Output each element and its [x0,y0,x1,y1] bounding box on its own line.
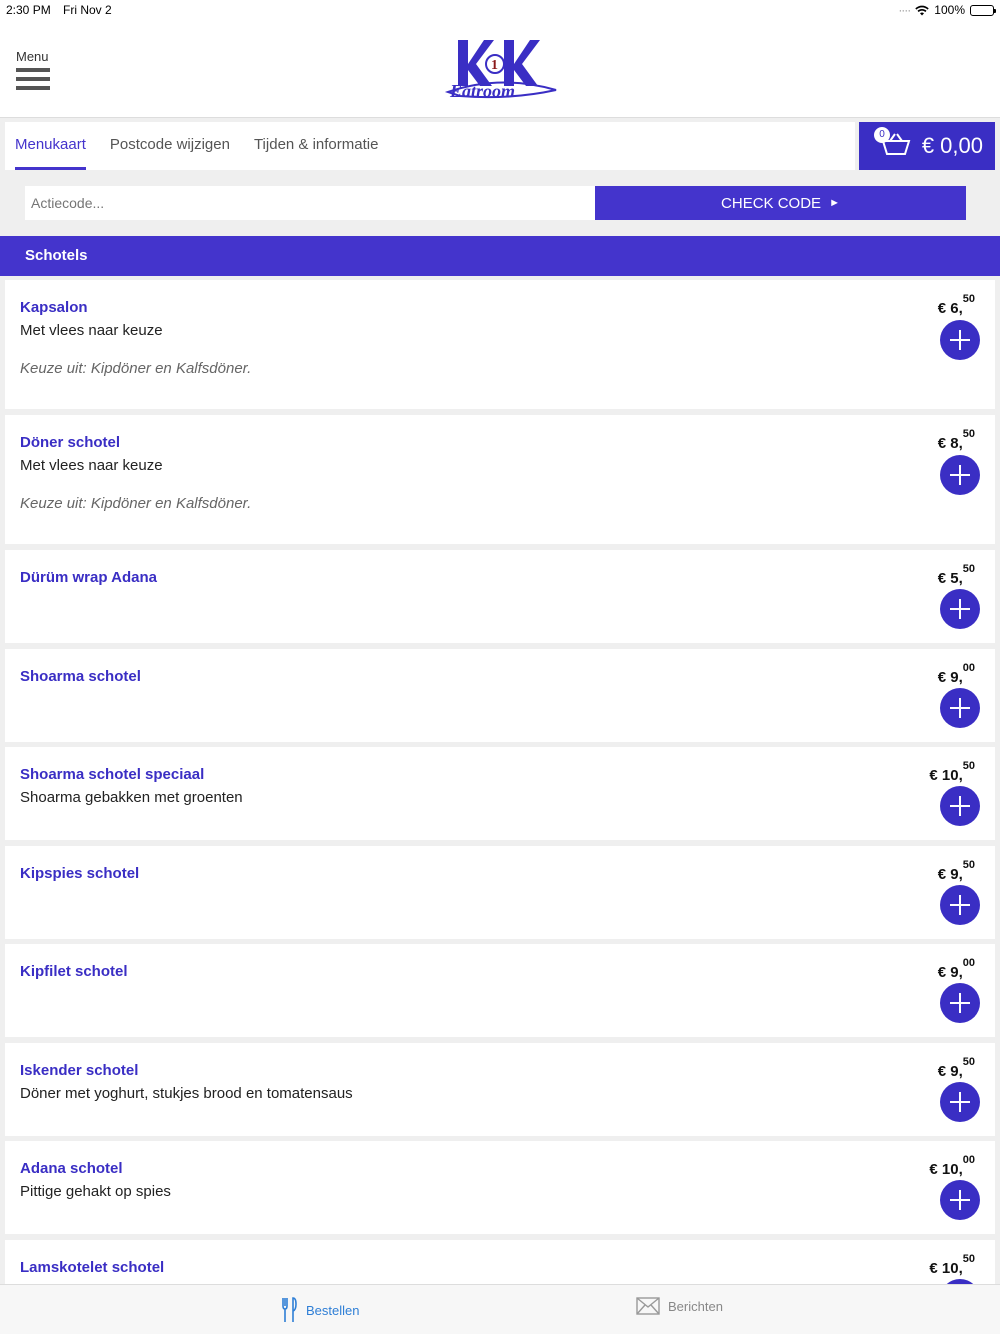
category-header: Schotels [0,236,1000,276]
app-header: Menu 1 Eatroom [0,22,1000,118]
logo-graphic: 1 Eatroom [444,40,557,101]
arrow-right-icon: ► [829,197,840,209]
menu-item[interactable]: Lamskotelet schotel € 10,50 [5,1240,995,1284]
item-price: € 9,00 [937,957,975,981]
battery-percent: 100% [934,3,965,17]
item-price: € 6,50 [937,293,975,317]
status-date: Fri Nov 2 [63,3,112,17]
item-name: Kapsalon [20,299,88,316]
add-to-cart-button[interactable] [940,1082,980,1122]
nav-berichten[interactable]: Berichten [636,1297,723,1315]
item-name: Adana schotel [20,1160,123,1177]
battery-icon [970,4,996,16]
wifi-icon [915,5,929,15]
item-price: € 9,50 [937,859,975,883]
add-to-cart-button[interactable] [940,885,980,925]
status-right: ···· 100% [898,3,996,17]
item-description: Pittige gehakt op spies [20,1183,171,1200]
item-price: € 9,00 [937,662,975,686]
add-to-cart-button[interactable] [940,320,980,360]
nav-bestellen-label: Bestellen [306,1302,360,1318]
add-to-cart-button[interactable] [940,786,980,826]
menu-label: Menu [16,49,49,64]
action-code-input[interactable] [25,186,595,220]
check-code-label: CHECK CODE [721,194,822,212]
bottom-nav: Bestellen Berichten [0,1284,1000,1334]
tab-menukaart[interactable]: Menukaart [5,122,96,170]
svg-text:Eatroom: Eatroom [449,81,515,101]
menu-button[interactable]: Menu [16,49,52,95]
menu-item[interactable]: Adana schotel Pittige gehakt op spies € … [5,1141,995,1234]
hamburger-icon-bar [16,77,50,81]
add-to-cart-button[interactable] [940,1180,980,1220]
hamburger-icon-bar [16,86,50,90]
add-to-cart-button[interactable] [940,589,980,629]
fork-knife-icon [282,1297,297,1322]
tab-bar: Menukaart Postcode wijzigen Tijden & inf… [5,122,855,170]
item-price: € 5,50 [937,563,975,587]
menu-item[interactable]: Kipspies schotel € 9,50 [5,846,995,939]
check-code-button[interactable]: CHECK CODE ► [595,186,966,220]
item-description: Met vlees naar keuze [20,322,163,339]
item-name: Iskender schotel [20,1062,139,1079]
menu-item[interactable]: Kipfilet schotel € 9,00 [5,944,995,1037]
nav-bestellen[interactable]: Bestellen [280,1297,359,1323]
item-price: € 10,00 [929,1154,975,1178]
item-name: Kipspies schotel [20,865,140,882]
item-description: Döner met yoghurt, stukjes brood en toma… [20,1085,353,1102]
menu-item[interactable]: Iskender schotel Döner met yoghurt, stuk… [5,1043,995,1136]
hamburger-icon [16,68,50,72]
item-note: Keuze uit: Kipdöner en Kalfsdöner. [20,360,252,377]
add-to-cart-button[interactable] [940,983,980,1023]
menu-item[interactable]: Dürüm wrap Adana € 5,50 [5,550,995,643]
basket-icon [881,133,911,155]
menu-item[interactable]: Kapsalon Met vlees naar keuze Keuze uit:… [5,280,995,409]
svg-text:1: 1 [491,58,498,73]
menu-item[interactable]: Shoarma schotel € 9,00 [5,649,995,742]
item-name: Shoarma schotel speciaal [20,766,205,783]
item-price: € 10,50 [929,1253,975,1277]
signal-dots-icon: ···· [898,3,911,17]
item-name: Dürüm wrap Adana [20,569,157,586]
envelope-icon [636,1297,660,1315]
item-description: Shoarma gebakken met groenten [20,789,243,806]
item-name: Döner schotel [20,434,121,451]
tab-tijden-informatie[interactable]: Tijden & informatie [244,122,389,170]
item-name: Lamskotelet schotel [20,1259,165,1276]
menu-item[interactable]: Döner schotel Met vlees naar keuze Keuze… [5,415,995,544]
item-note: Keuze uit: Kipdöner en Kalfsdöner. [20,495,252,512]
menu-item-list: Kapsalon Met vlees naar keuze Keuze uit:… [5,280,995,1284]
item-name: Kipfilet schotel [20,963,128,980]
item-price: € 8,50 [937,428,975,452]
item-name: Shoarma schotel [20,668,141,685]
add-to-cart-button[interactable] [940,688,980,728]
status-time: 2:30 PM [6,3,51,17]
brand-logo: 1 Eatroom [440,34,560,104]
status-bar: 2:30 PM Fri Nov 2 ···· 100% [0,0,1000,22]
action-code-bar: CHECK CODE ► [0,170,1000,236]
cart-button[interactable]: 0 € 0,00 [859,122,995,170]
tab-postcode-wijzigen[interactable]: Postcode wijzigen [100,122,240,170]
item-description: Met vlees naar keuze [20,457,163,474]
item-price: € 9,50 [937,1056,975,1080]
add-to-cart-button[interactable] [940,455,980,495]
item-price: € 10,50 [929,760,975,784]
menu-item[interactable]: Shoarma schotel speciaal Shoarma gebakke… [5,747,995,840]
cart-total: € 0,00 [921,133,983,158]
nav-berichten-label: Berichten [668,1298,723,1314]
